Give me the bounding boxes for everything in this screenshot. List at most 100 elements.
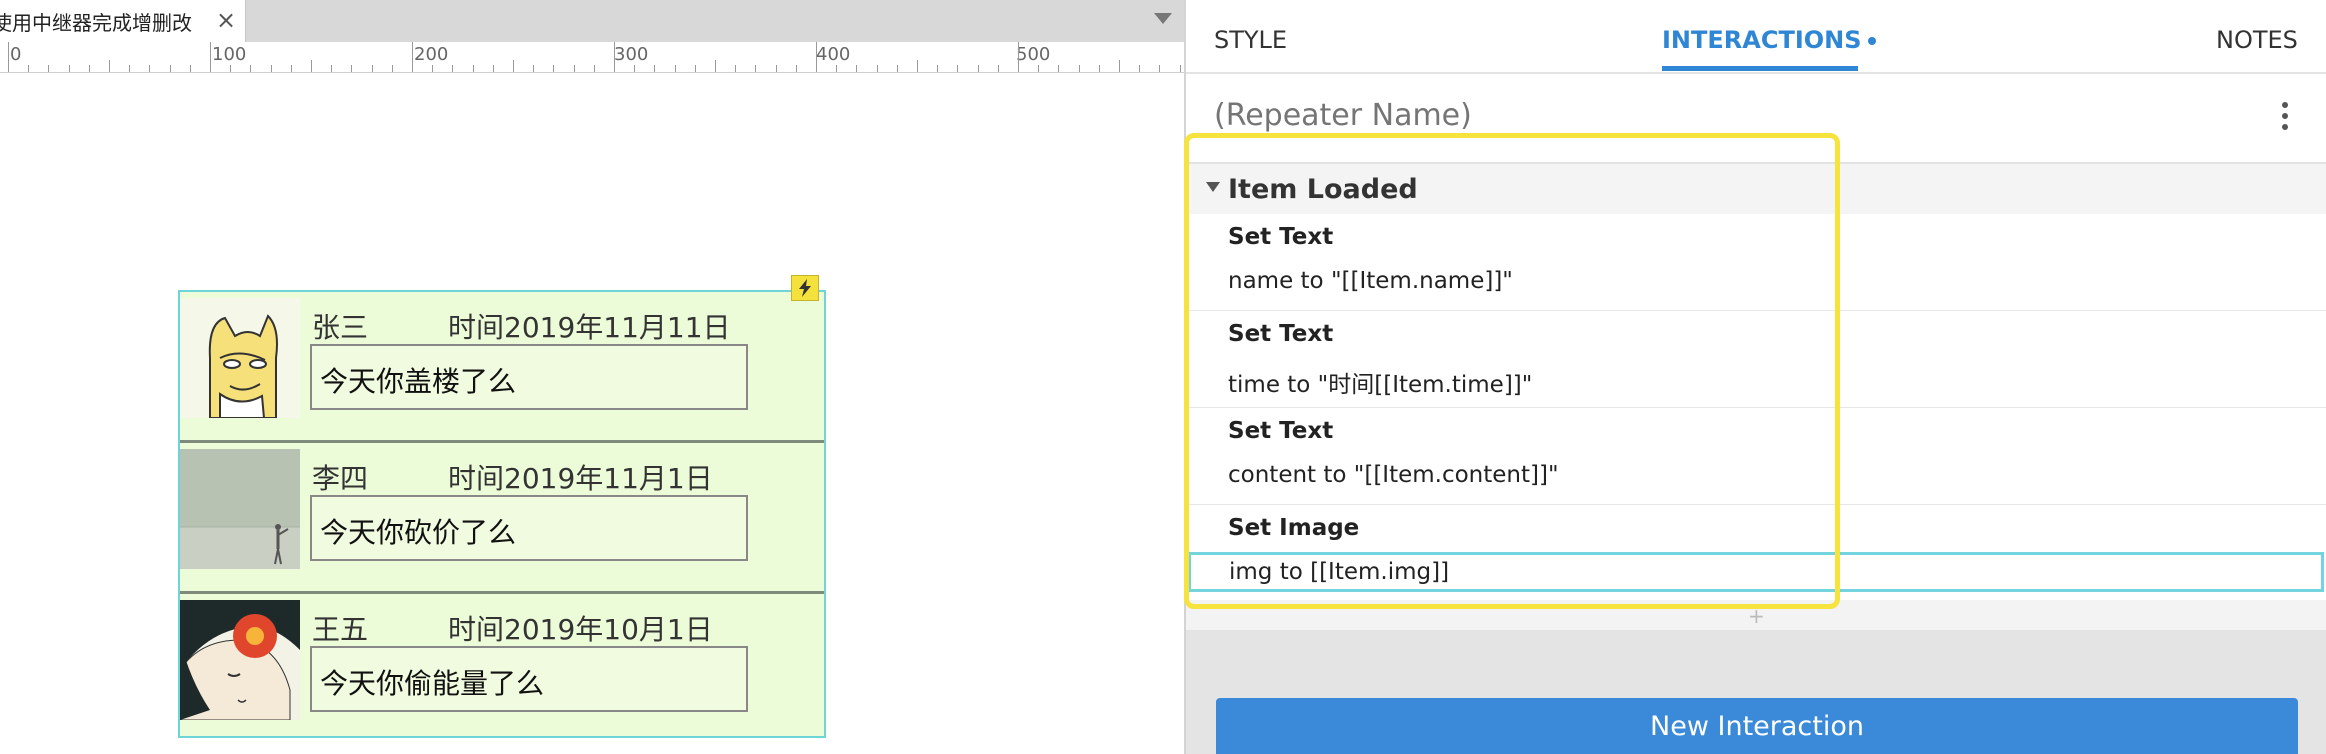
row-content-box: 今天你盖楼了么 <box>310 344 748 410</box>
ruler-tick <box>796 65 797 72</box>
event-title: Item Loaded <box>1228 174 1418 205</box>
ruler-tick <box>634 65 635 72</box>
repeater-row[interactable]: 张三 时间2019年11月11日 今天你盖楼了么 <box>180 292 824 443</box>
caret-down-icon[interactable] <box>1206 182 1220 192</box>
add-action-icon[interactable]: + <box>1748 604 1765 628</box>
panel-footer: New Interaction <box>1186 630 2326 754</box>
ruler-tick <box>28 65 29 72</box>
ruler-label: 500 <box>1016 44 1051 65</box>
ruler-tick <box>695 65 696 72</box>
ruler-tick <box>1099 65 1100 72</box>
ruler-tick <box>735 65 736 72</box>
ruler-tick <box>836 65 837 72</box>
repeater-name-row <box>1186 74 2326 162</box>
tab-interactions[interactable]: INTERACTIONS <box>1662 26 1876 54</box>
action-item[interactable]: Set Text content to "[[Item.content]]" <box>1186 408 2326 505</box>
ruler-tick <box>109 60 110 72</box>
ruler-tick <box>392 65 393 72</box>
row-content-box: 今天你偷能量了么 <box>310 646 748 712</box>
document-tab-title: 使用中继器完成增删改 <box>0 11 192 35</box>
document-tab-bar: 使用中继器完成增删改 × <box>0 0 1184 42</box>
ruler-tick <box>493 65 494 72</box>
more-options-icon[interactable] <box>2280 102 2290 132</box>
selected-action-row[interactable]: img to [[Item.img]] <box>1188 552 2324 592</box>
ruler-tick <box>311 60 312 72</box>
ruler-tick <box>1018 42 1019 72</box>
row-name: 王五 <box>312 613 369 646</box>
tab-notes[interactable]: NOTES <box>2216 26 2298 54</box>
action-item[interactable]: Set Image <box>1186 505 2326 551</box>
document-tab[interactable]: 使用中继器完成增删改 × <box>0 0 246 42</box>
ruler-tick <box>48 65 49 72</box>
ruler-tick <box>230 65 231 72</box>
tab-style[interactable]: STYLE <box>1214 26 1287 54</box>
ruler-tick <box>675 65 676 72</box>
ruler-tick <box>190 65 191 72</box>
ruler-tick <box>149 65 150 72</box>
ruler-tick <box>957 65 958 72</box>
action-detail: img to [[Item.img]] <box>1229 559 1450 585</box>
active-tab-underline <box>1662 66 1858 71</box>
action-detail: time to "时间[[Item.time]]" <box>1228 372 1533 398</box>
ruler-tick <box>917 60 918 72</box>
ruler-tick <box>473 65 474 72</box>
shiba-dog-image <box>180 298 300 418</box>
ruler-tick <box>1058 65 1059 72</box>
ruler-label: 100 <box>212 44 247 65</box>
row-time: 时间2019年11月1日 <box>448 462 713 495</box>
action-list: Set Text name to "[[Item.name]]" Set Tex… <box>1186 214 2326 600</box>
ruler-tick <box>1119 60 1120 72</box>
ruler-tick <box>614 42 615 72</box>
ruler-tick <box>715 60 716 72</box>
event-header[interactable]: Item Loaded <box>1186 162 2326 217</box>
tab-list-dropdown-icon[interactable] <box>1154 13 1172 24</box>
row-content-box: 今天你砍价了么 <box>310 495 748 561</box>
repeater-row[interactable]: 王五 时间2019年10月1日 今天你偷能量了么 <box>180 594 824 742</box>
horizontal-ruler: 0 100 200 300 400 500 <box>0 42 1184 73</box>
ruler-label: 300 <box>614 44 649 65</box>
girl-with-flower-image <box>180 600 300 720</box>
action-title: Set Text <box>1228 224 1334 250</box>
ruler-tick <box>998 65 999 72</box>
row-time: 时间2019年10月1日 <box>448 613 713 646</box>
lightning-icon[interactable] <box>791 275 819 301</box>
repeater-name-input[interactable] <box>1214 98 2114 133</box>
close-icon[interactable]: × <box>212 4 240 36</box>
person-by-sea-image <box>180 449 300 569</box>
ruler-tick <box>452 65 453 72</box>
ruler-label: 400 <box>816 44 851 65</box>
action-title: Set Text <box>1228 418 1334 444</box>
ruler-tick <box>291 65 292 72</box>
row-content: 今天你砍价了么 <box>320 516 517 549</box>
tab-interactions-label: INTERACTIONS <box>1662 26 1862 54</box>
ruler-tick <box>1079 65 1080 72</box>
ruler-label: 0 <box>10 44 22 65</box>
ruler-tick <box>533 65 534 72</box>
ruler-tick <box>816 42 817 72</box>
ruler-tick <box>89 65 90 72</box>
repeater-widget[interactable]: 张三 时间2019年11月11日 今天你盖楼了么 李四 时间2019年11月1日… <box>178 290 826 738</box>
row-time: 时间2019年11月11日 <box>448 311 731 344</box>
repeater-row[interactable]: 李四 时间2019年11月1日 今天你砍价了么 <box>180 443 824 594</box>
action-item[interactable]: Set Text time to "时间[[Item.time]]" <box>1186 311 2326 408</box>
ruler-tick <box>331 65 332 72</box>
inspector-panel: STYLE INTERACTIONS NOTES Item Loaded Set… <box>1186 0 2326 754</box>
ruler-tick <box>937 65 938 72</box>
ruler-tick <box>351 65 352 72</box>
action-title: Set Text <box>1228 321 1334 347</box>
ruler-tick <box>170 65 171 72</box>
ruler-tick <box>574 65 575 72</box>
ruler-tick <box>1180 65 1181 72</box>
ruler-tick <box>129 65 130 72</box>
new-interaction-button[interactable]: New Interaction <box>1216 698 2298 754</box>
ruler-tick <box>978 65 979 72</box>
ruler-tick <box>1038 65 1039 72</box>
ruler-tick <box>897 65 898 72</box>
ruler-tick <box>1159 65 1160 72</box>
ruler-tick <box>372 65 373 72</box>
ruler-tick <box>250 65 251 72</box>
row-name: 张三 <box>312 311 369 344</box>
interactions-list: Item Loaded Set Text name to "[[Item.nam… <box>1186 162 2326 630</box>
action-item[interactable]: Set Text name to "[[Item.name]]" <box>1186 214 2326 311</box>
action-title: Set Image <box>1228 515 1360 541</box>
